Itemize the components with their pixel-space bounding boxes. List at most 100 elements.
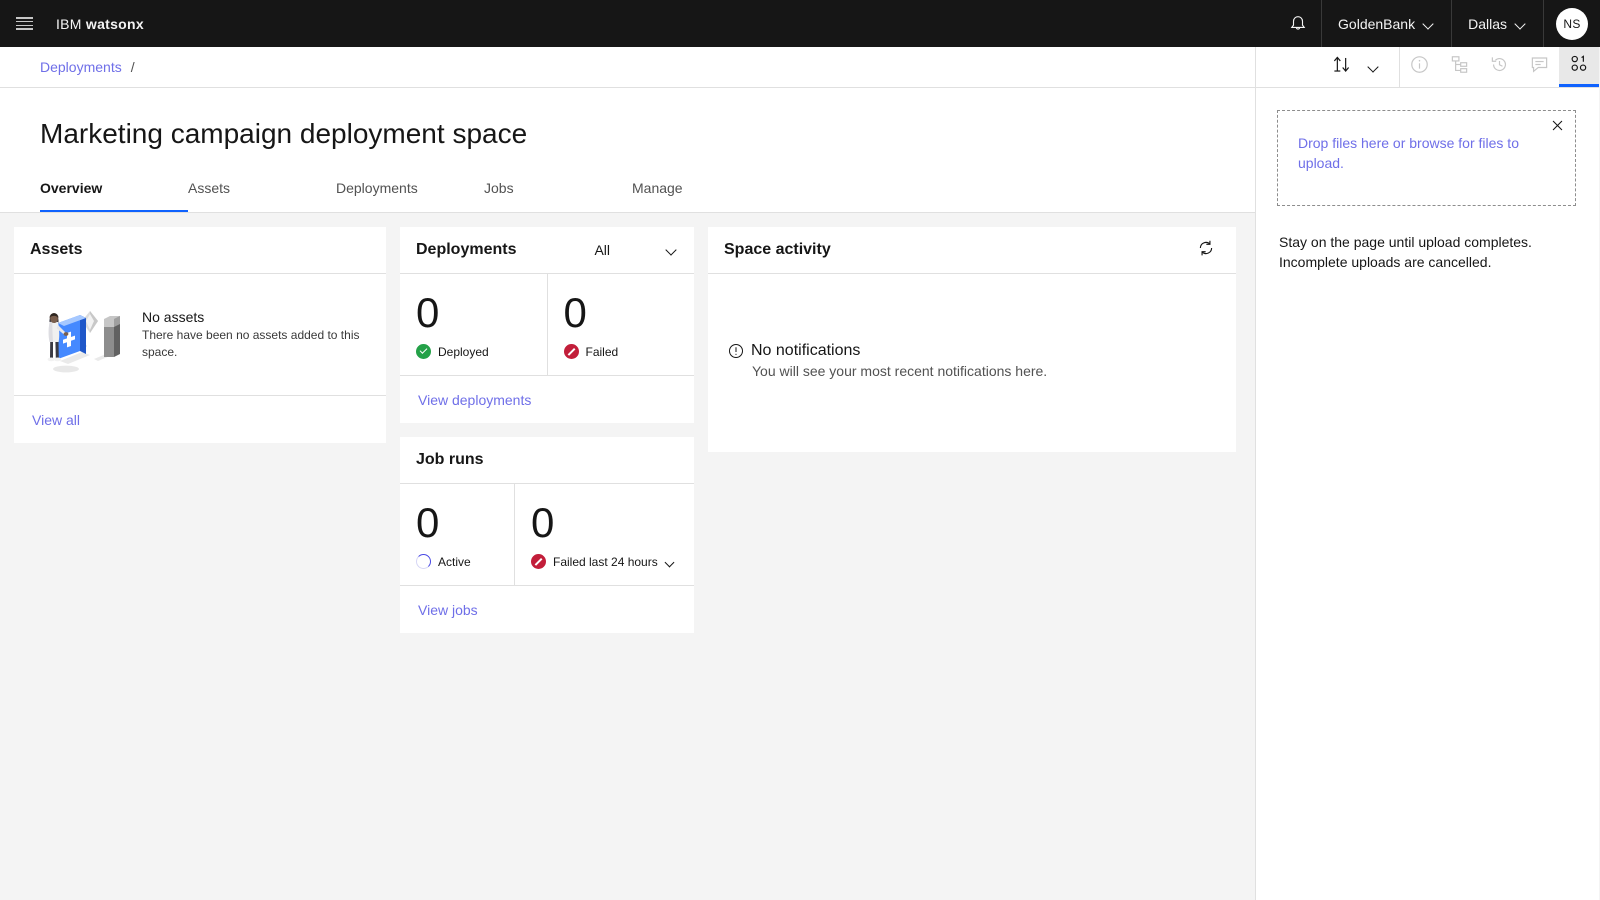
page-title: Marketing campaign deployment space	[40, 118, 528, 149]
user-avatar-button[interactable]: NS	[1543, 0, 1600, 47]
deployments-column: Deployments All 0 Deployed 0 Failed View…	[400, 227, 694, 633]
deployments-metrics: 0 Deployed 0 Failed	[400, 274, 694, 376]
assets-card-footer: View all	[14, 396, 386, 443]
job-runs-card: Job runs 0 Active 0 Failed last 24 hours…	[400, 437, 694, 633]
metric-failed-24h: 0 Failed last 24 hours	[514, 484, 694, 585]
metric-label: Failed	[585, 344, 619, 359]
metric-label: Active	[438, 554, 471, 569]
file-dropzone[interactable]: Drop files here or browse for files to u…	[1277, 110, 1576, 206]
comment-icon	[1530, 55, 1549, 79]
data-structure-icon	[1450, 55, 1469, 79]
brand-ibm-text: IBM	[56, 15, 82, 32]
chevron-down-icon	[1368, 61, 1380, 73]
chevron-down-icon	[666, 244, 678, 256]
warning-circle-icon	[728, 343, 744, 359]
deployments-card-header-actions: All	[594, 242, 678, 258]
account-selector[interactable]: GoldenBank	[1321, 0, 1451, 47]
code-binary-button[interactable]	[1559, 47, 1599, 87]
space-activity-empty-state: No notifications You will see your most …	[728, 342, 1047, 379]
assets-card-title: Assets	[30, 241, 83, 258]
job-runs-card-footer: View jobs	[400, 586, 694, 633]
metric-value: 0	[531, 499, 555, 546]
notifications-button[interactable]	[1275, 0, 1321, 47]
refresh-icon	[1197, 239, 1215, 262]
isometric-person-adding-asset-illustration	[36, 289, 128, 381]
space-activity-body: No notifications You will see your most …	[708, 274, 1236, 452]
assets-card-body: No assets There have been no assets adde…	[14, 274, 386, 396]
right-panel: Drop files here or browse for files to u…	[1256, 47, 1599, 900]
upload-note-line-2: Incomplete uploads are cancelled.	[1279, 254, 1492, 270]
upload-options-button[interactable]	[1361, 61, 1387, 73]
view-all-assets-link[interactable]: View all	[32, 412, 80, 428]
information-button[interactable]	[1399, 47, 1439, 87]
metric-label: Deployed	[438, 344, 489, 359]
tab-jobs[interactable]: Jobs	[484, 178, 632, 212]
deployments-card-footer: View deployments	[400, 376, 694, 423]
right-panel-toolbar	[1256, 47, 1599, 88]
upload-control-group	[1321, 47, 1391, 87]
region-selector[interactable]: Dallas	[1451, 0, 1543, 47]
information-icon	[1410, 55, 1429, 79]
tab-manage[interactable]: Manage	[632, 178, 780, 212]
tab-assets[interactable]: Assets	[188, 178, 336, 212]
brand-product-text: watsonx	[85, 15, 144, 32]
main-content-column: Deployments / Marketing campaign deploym…	[0, 47, 1256, 900]
breadcrumb-separator: /	[130, 59, 135, 75]
assets-empty-description: There have been no assets added to this …	[142, 328, 360, 359]
cards-area: Assets No assets There have been no asse…	[0, 213, 1255, 900]
code-binary-icon	[1570, 54, 1589, 78]
checkmark-filled-icon	[416, 344, 431, 359]
space-activity-card-header: Space activity	[708, 227, 1236, 274]
tab-label: Overview	[40, 180, 103, 196]
browse-files-link[interactable]: Drop files here or browse for files to u…	[1298, 135, 1519, 171]
history-icon	[1490, 55, 1509, 79]
breadcrumb: Deployments /	[0, 47, 1255, 88]
chevron-down-icon	[1515, 18, 1527, 30]
space-activity-empty-description: You will see your most recent notificati…	[752, 363, 1048, 379]
breadcrumb-item-deployments[interactable]: Deployments	[40, 59, 122, 75]
assets-column: Assets No assets There have been no asse…	[14, 227, 386, 443]
brand-logo[interactable]: IBM watsonx	[48, 16, 144, 32]
space-activity-empty-title: No notifications	[751, 342, 861, 359]
tab-label: Manage	[632, 180, 683, 196]
body-wrapper: Deployments / Marketing campaign deploym…	[0, 47, 1600, 900]
space-activity-card: Space activity No notifications You will…	[708, 227, 1236, 452]
refresh-button[interactable]	[1192, 236, 1220, 264]
chevron-down-icon	[1423, 18, 1435, 30]
close-dropzone-button[interactable]	[1547, 118, 1567, 138]
right-panel-content: Drop files here or browse for files to u…	[1256, 88, 1599, 272]
error-filled-icon	[563, 344, 579, 359]
account-label: GoldenBank	[1338, 15, 1416, 32]
hamburger-menu-button[interactable]	[0, 0, 48, 47]
metric-value: 0	[416, 289, 440, 336]
data-structure-button[interactable]	[1439, 47, 1479, 87]
view-jobs-link[interactable]: View jobs	[418, 602, 478, 618]
deployments-card-title: Deployments	[416, 241, 517, 258]
app-header: IBM watsonx GoldenBank Dallas NS	[0, 0, 1600, 47]
metric-label-row[interactable]: Failed last 24 hours	[531, 554, 678, 569]
chevron-down-icon[interactable]	[665, 557, 675, 567]
tab-label: Assets	[188, 180, 231, 196]
tab-deployments[interactable]: Deployments	[336, 178, 484, 212]
comment-button[interactable]	[1519, 47, 1559, 87]
bell-icon	[1289, 15, 1307, 33]
deployments-card: Deployments All 0 Deployed 0 Failed View…	[400, 227, 694, 423]
upload-download-icon	[1332, 55, 1351, 79]
region-label: Dallas	[1468, 15, 1507, 32]
upload-download-button[interactable]	[1321, 55, 1361, 79]
metric-label-row: Deployed	[416, 344, 531, 359]
view-deployments-link[interactable]: View deployments	[418, 392, 531, 408]
upload-note-line-1: Stay on the page until upload completes.	[1279, 234, 1532, 250]
header-actions: GoldenBank Dallas NS	[1275, 0, 1600, 47]
job-runs-card-title: Job runs	[416, 451, 484, 468]
metric-value: 0	[416, 499, 440, 546]
assets-empty-state: No assets There have been no assets adde…	[142, 308, 366, 361]
space-activity-card-title: Space activity	[724, 241, 831, 258]
assets-card: Assets No assets There have been no asse…	[14, 227, 386, 443]
history-button[interactable]	[1479, 47, 1519, 87]
progress-spinner-icon	[416, 554, 431, 569]
metric-value: 0	[563, 289, 587, 336]
deployments-filter-select[interactable]: All	[594, 242, 678, 258]
metric-failed: 0 Failed	[546, 274, 695, 375]
tab-overview[interactable]: Overview	[40, 178, 188, 212]
